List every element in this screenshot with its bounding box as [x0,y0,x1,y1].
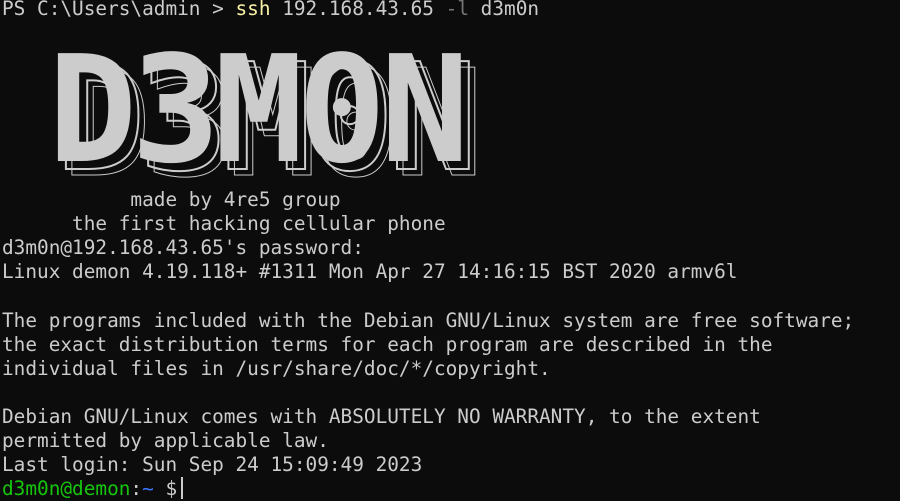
ssh-user-argument: d3m0n [469,0,540,20]
prompt-user-host: d3m0n@demon [2,477,131,500]
password-prompt: d3m0n@192.168.43.65's password: [2,236,364,259]
uname-line: Linux demon 4.19.118+ #1311 Mon Apr 27 1… [2,260,738,283]
last-login-line: Last login: Sun Sep 24 15:09:49 2023 [2,453,423,476]
motd-line-4: Debian GNU/Linux comes with ABSOLUTELY N… [2,405,761,428]
terminal-window[interactable]: PS C:\Users\admin > ssh 192.168.43.65 -l… [0,0,900,500]
text-cursor[interactable] [181,477,184,499]
ssh-command: ssh [235,0,271,20]
banner-tagline: the first hacking cellular phone [2,212,446,235]
prompt-symbol: $ [153,477,178,500]
ssh-host-argument: 192.168.43.65 [270,0,446,20]
motd-line-5: permitted by applicable law. [2,429,329,452]
powershell-prompt: PS C:\Users\admin > [2,0,236,20]
shell-prompt-line[interactable]: d3m0n@demon:~ $ [2,477,184,501]
banner-made-by: made by 4re5 group [2,188,341,211]
ssh-login-flag: -l [445,0,469,20]
prompt-cwd: ~ [142,477,154,500]
ascii-banner-logo: D3M0N D3M0N D3M0N [48,24,608,199]
motd-line-2: the exact distribution terms for each pr… [2,333,773,356]
motd-line-1: The programs included with the Debian GN… [2,309,855,332]
prompt-colon: : [130,477,143,500]
motd-line-3: individual files in /usr/share/doc/*/cop… [2,357,551,380]
banner-logo-text: D3M0N [48,24,470,196]
powershell-command-line: PS C:\Users\admin > ssh 192.168.43.65 -l… [2,0,539,21]
